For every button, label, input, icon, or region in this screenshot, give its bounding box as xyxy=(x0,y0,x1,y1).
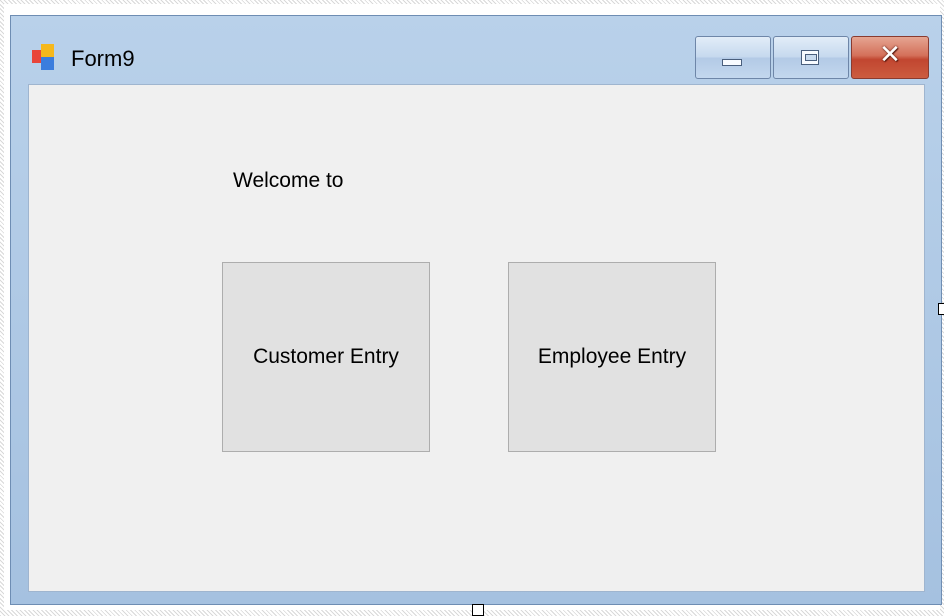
customer-entry-button[interactable]: Customer Entry xyxy=(222,262,430,452)
window-title: Form9 xyxy=(71,46,135,71)
minimize-icon xyxy=(722,59,742,66)
title-bar[interactable]: Form9 ✕ xyxy=(11,16,941,83)
maximize-button[interactable] xyxy=(773,36,849,79)
form-window: Form9 ✕ Welcome to Customer Entry Employ… xyxy=(10,15,942,605)
close-button[interactable]: ✕ xyxy=(851,36,929,79)
close-icon: ✕ xyxy=(879,40,901,70)
minimize-button[interactable] xyxy=(695,36,771,79)
maximize-icon xyxy=(801,50,819,65)
windows-form-icon xyxy=(32,44,62,72)
resize-handle-right[interactable] xyxy=(938,303,944,315)
welcome-label: Welcome to xyxy=(233,169,344,192)
form-client-area: Welcome to Customer Entry Employee Entry xyxy=(28,84,925,592)
employee-entry-button[interactable]: Employee Entry xyxy=(508,262,716,452)
resize-handle-bottom[interactable] xyxy=(472,604,484,616)
